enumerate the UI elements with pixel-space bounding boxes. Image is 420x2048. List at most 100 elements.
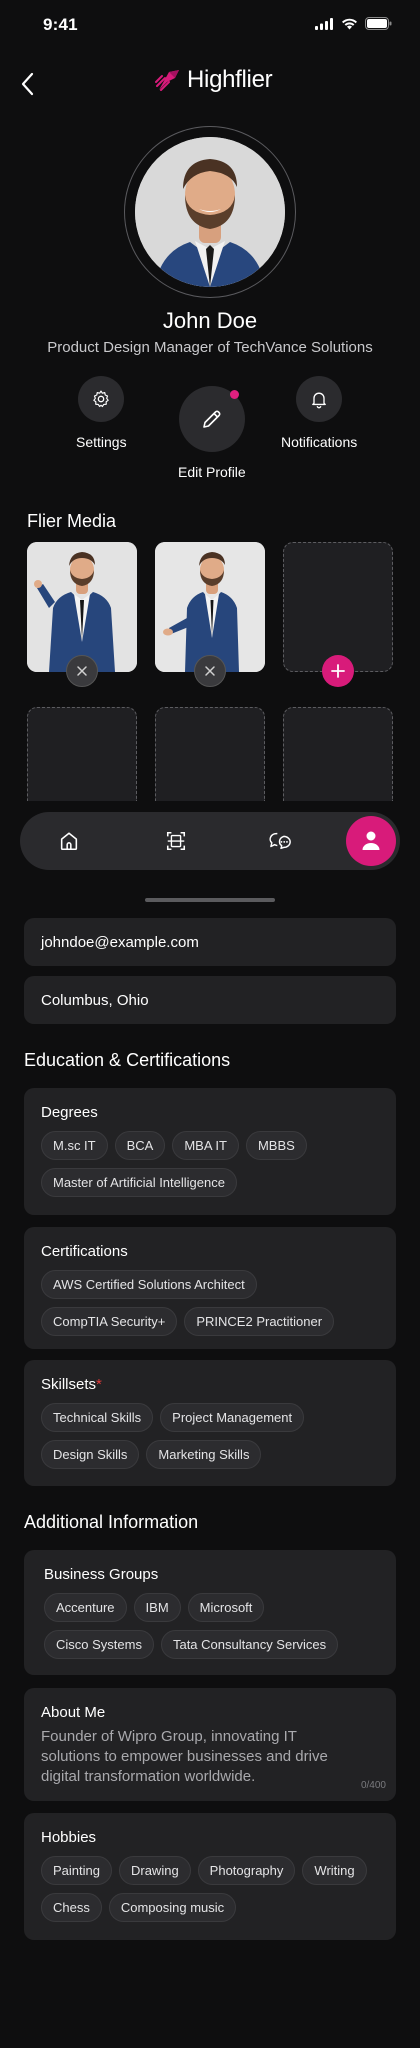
wifi-icon — [342, 18, 357, 29]
tab-profile[interactable] — [346, 816, 396, 866]
degree-chip[interactable]: Master of Artificial Intelligence — [41, 1168, 237, 1197]
sheet-grabber[interactable] — [145, 898, 275, 902]
hobby-chip[interactable]: Writing — [302, 1856, 367, 1885]
skill-chip[interactable]: Technical Skills — [41, 1403, 154, 1432]
skillsets-card: Skillsets* Technical Skills Project Mana… — [24, 1360, 396, 1486]
remove-media-button[interactable] — [66, 655, 98, 687]
skillsets-chips: Technical Skills Project Management Desi… — [41, 1403, 379, 1469]
about-me-label: About Me — [41, 1704, 106, 1721]
bell-icon — [312, 392, 327, 409]
remove-media-button[interactable] — [194, 655, 226, 687]
certifications-chips: AWS Certified Solutions Architect CompTI… — [41, 1270, 379, 1336]
degree-chip[interactable]: M.sc IT — [41, 1131, 108, 1160]
media-tile[interactable] — [27, 542, 137, 687]
hobby-chip[interactable]: Chess — [41, 1893, 102, 1922]
hobby-chip[interactable]: Drawing — [118, 1856, 191, 1885]
highflier-logo-icon — [155, 70, 179, 91]
scan-icon — [166, 831, 186, 851]
degree-chip[interactable]: BCA — [114, 1131, 166, 1160]
tab-scan[interactable] — [155, 820, 197, 862]
business-group-chip[interactable]: Accenture — [44, 1593, 127, 1622]
edit-profile-label: Edit Profile — [178, 464, 246, 480]
notifications-button[interactable] — [296, 376, 343, 422]
media-tile-empty[interactable] — [27, 707, 137, 801]
skillsets-label: Skillsets* — [41, 1376, 379, 1393]
business-groups-chips: Accenture IBM Microsoft Cisco Systems Ta… — [44, 1593, 379, 1659]
media-tile-empty[interactable] — [155, 707, 265, 801]
flier-media-title: Flier Media — [27, 511, 117, 531]
hobbies-chips: Painting Drawing Photography Writing Che… — [41, 1856, 379, 1922]
gear-icon — [93, 390, 110, 408]
media-photo — [27, 542, 137, 672]
hobby-chip[interactable]: Photography — [197, 1856, 296, 1885]
degree-chip[interactable]: MBA IT — [172, 1131, 239, 1160]
certification-chip[interactable]: CompTIA Security+ — [41, 1307, 178, 1336]
avatar-ring — [124, 126, 296, 298]
edit-profile-action[interactable]: Edit Profile — [178, 386, 246, 480]
pencil-icon — [203, 410, 221, 428]
certification-chip[interactable]: AWS Certified Solutions Architect — [41, 1270, 257, 1299]
media-tile-empty[interactable] — [283, 707, 393, 801]
media-placeholder — [27, 707, 137, 801]
certifications-label: Certifications — [41, 1243, 128, 1260]
business-group-chip[interactable]: Cisco Systems — [44, 1630, 154, 1659]
profile-role: Product Design Manager of TechVance Solu… — [47, 339, 373, 356]
location-field[interactable]: Columbus, Ohio — [24, 976, 396, 1024]
certifications-card: Certifications AWS Certified Solutions A… — [24, 1227, 396, 1349]
business-group-chip[interactable]: IBM — [133, 1593, 181, 1622]
edit-indicator-dot — [229, 390, 239, 399]
back-button[interactable] — [12, 68, 44, 100]
chevron-left-icon — [21, 72, 34, 96]
email-field[interactable]: johndoe@example.com — [24, 918, 396, 966]
degrees-label: Degrees — [41, 1104, 98, 1121]
status-time: 9:41 — [43, 15, 78, 34]
chat-icon — [269, 832, 291, 850]
degrees-card: Degrees M.sc IT BCA MBA IT MBBS Master o… — [24, 1088, 396, 1215]
header: Highflier — [0, 62, 420, 106]
skill-chip[interactable]: Project Management — [160, 1403, 305, 1432]
skill-chip[interactable]: Design Skills — [41, 1440, 140, 1469]
edit-profile-button[interactable] — [178, 386, 245, 452]
brand: Highflier — [155, 66, 273, 94]
media-photo-image — [27, 542, 137, 672]
certification-chip[interactable]: PRINCE2 Practitioner — [184, 1307, 335, 1336]
settings-action[interactable]: Settings — [76, 376, 127, 450]
hobby-chip[interactable]: Painting — [41, 1856, 112, 1885]
tab-home[interactable] — [48, 820, 90, 862]
tab-chat[interactable] — [260, 820, 302, 862]
hobby-chip[interactable]: Composing music — [108, 1893, 237, 1922]
media-placeholder — [283, 707, 393, 801]
degree-chip[interactable]: MBBS — [245, 1131, 307, 1160]
media-photo — [155, 542, 265, 672]
hobbies-card: Hobbies Painting Drawing Photography Wri… — [24, 1813, 396, 1940]
home-icon — [60, 832, 78, 851]
settings-button[interactable] — [78, 376, 125, 422]
close-icon — [205, 666, 215, 676]
about-me-card[interactable]: About Me Founder of Wipro Group, innovat… — [24, 1688, 396, 1801]
battery-icon — [365, 17, 392, 30]
media-tile-empty[interactable] — [283, 542, 393, 687]
status-bar: 9:41 — [0, 0, 420, 50]
skill-chip[interactable]: Marketing Skills — [146, 1440, 262, 1469]
business-groups-label: Business Groups — [44, 1566, 159, 1583]
additional-info-title: Additional Information — [24, 1512, 199, 1532]
character-counter: 0/400 — [360, 1780, 386, 1791]
about-me-text[interactable]: Founder of Wipro Group, innovating IT so… — [41, 1727, 379, 1787]
business-group-chip[interactable]: Microsoft — [187, 1593, 265, 1622]
settings-label: Settings — [76, 434, 127, 450]
profile-icon — [362, 831, 380, 850]
notifications-label: Notifications — [281, 434, 358, 450]
degrees-chips: M.sc IT BCA MBA IT MBBS Master of Artifi… — [41, 1131, 379, 1197]
avatar[interactable] — [135, 137, 285, 287]
app-name: Highflier — [187, 66, 273, 93]
notifications-action[interactable]: Notifications — [281, 376, 357, 450]
add-media-button[interactable] — [322, 655, 354, 687]
plus-icon — [331, 664, 345, 678]
close-icon — [77, 666, 87, 676]
media-placeholder — [283, 542, 393, 672]
profile-name: John Doe — [162, 308, 258, 333]
media-tile[interactable] — [155, 542, 265, 687]
business-group-chip[interactable]: Tata Consultancy Services — [160, 1630, 339, 1659]
education-title: Education & Certifications — [24, 1050, 231, 1070]
skillsets-label-text: Skillsets — [41, 1376, 97, 1393]
